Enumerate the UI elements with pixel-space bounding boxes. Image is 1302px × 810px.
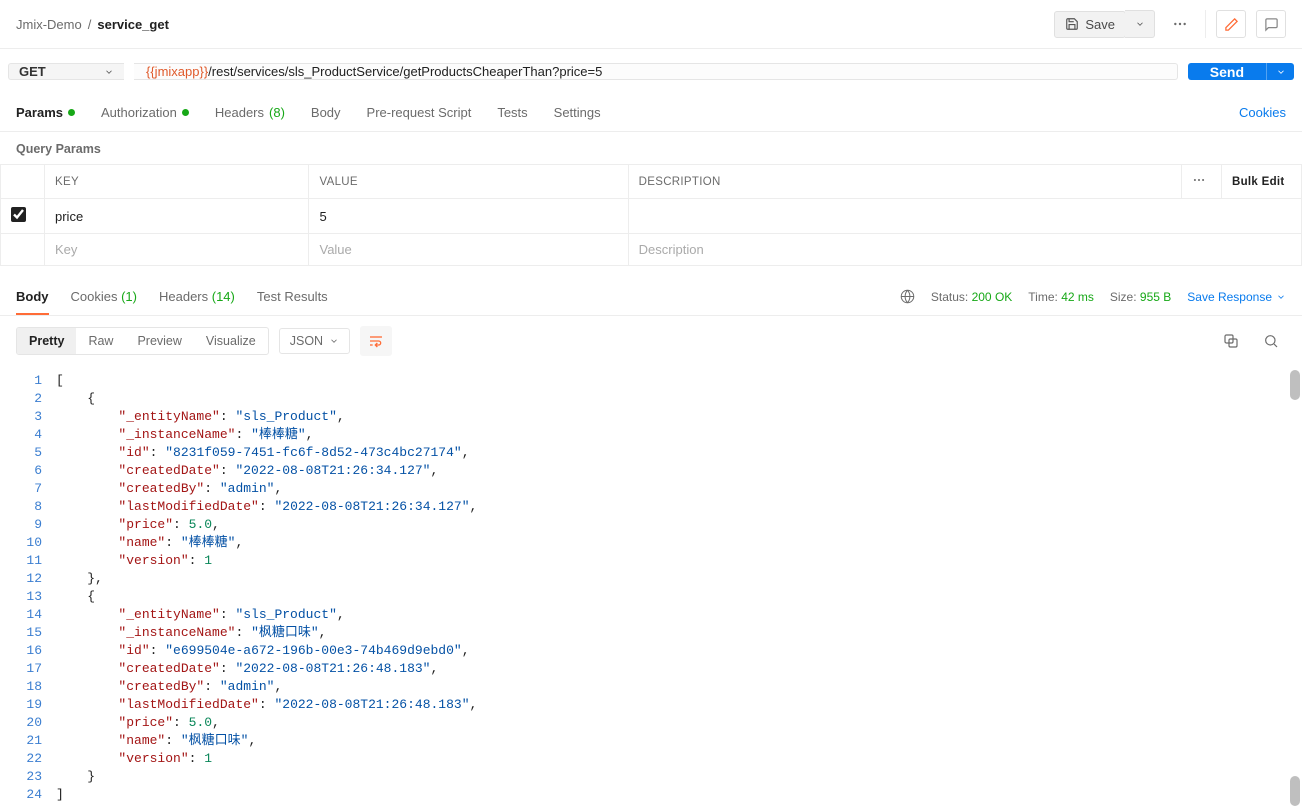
comments-button[interactable] — [1256, 10, 1286, 38]
search-button[interactable] — [1256, 327, 1286, 355]
dot-icon — [68, 109, 75, 116]
col-value: VALUE — [309, 165, 628, 199]
param-desc-cell[interactable] — [628, 199, 1301, 234]
view-preview[interactable]: Preview — [125, 328, 193, 354]
save-dropdown[interactable] — [1125, 10, 1155, 38]
request-row: GET {{jmixapp}}/rest/services/sls_Produc… — [0, 49, 1302, 94]
dots-icon — [1192, 173, 1206, 187]
tab-tests[interactable]: Tests — [497, 94, 527, 131]
save-button[interactable]: Save — [1054, 11, 1126, 38]
param-key-cell[interactable]: price — [45, 199, 309, 234]
code-content[interactable]: [ { "_entityName": "sls_Product", "_inst… — [56, 366, 1302, 810]
copy-icon — [1223, 333, 1239, 349]
param-row-empty: Key Value Description — [1, 234, 1302, 266]
comment-icon — [1264, 17, 1279, 32]
scrollbar-thumb[interactable] — [1290, 370, 1300, 400]
bulk-edit-button[interactable]: Bulk Edit — [1222, 165, 1302, 199]
param-value-cell[interactable]: 5 — [309, 199, 628, 234]
tab-authorization[interactable]: Authorization — [101, 94, 189, 131]
cookies-link[interactable]: Cookies — [1239, 105, 1286, 120]
param-enable-checkbox[interactable] — [11, 207, 26, 222]
param-value-input[interactable]: Value — [309, 234, 628, 266]
param-row: price 5 — [1, 199, 1302, 234]
query-params-table: KEY VALUE DESCRIPTION Bulk Edit price 5 … — [0, 164, 1302, 266]
search-icon — [1263, 333, 1279, 349]
globe-icon[interactable] — [900, 289, 915, 304]
more-actions-button[interactable] — [1165, 10, 1195, 38]
method-label: GET — [19, 64, 46, 79]
format-select[interactable]: JSON — [279, 328, 350, 354]
breadcrumb: Jmix-Demo / service_get — [16, 17, 169, 32]
resp-tab-body[interactable]: Body — [16, 278, 49, 315]
request-tabs: Params Authorization Headers (8) Body Pr… — [0, 94, 1302, 132]
dot-icon — [182, 109, 189, 116]
save-icon — [1065, 17, 1079, 31]
tab-settings[interactable]: Settings — [554, 94, 601, 131]
resp-tab-tests[interactable]: Test Results — [257, 278, 328, 315]
copy-button[interactable] — [1216, 327, 1246, 355]
dots-icon — [1172, 16, 1188, 32]
url-path: /rest/services/sls_ProductService/getPro… — [208, 64, 602, 79]
tab-body[interactable]: Body — [311, 94, 341, 131]
divider — [1205, 10, 1206, 38]
resp-tab-headers[interactable]: Headers (14) — [159, 278, 235, 315]
col-key: KEY — [45, 165, 309, 199]
view-visualize[interactable]: Visualize — [194, 328, 268, 354]
view-raw[interactable]: Raw — [76, 328, 125, 354]
wrap-icon — [368, 333, 384, 349]
breadcrumb-sep: / — [88, 17, 92, 32]
pencil-icon — [1224, 17, 1239, 32]
view-mode-segment: Pretty Raw Preview Visualize — [16, 327, 269, 355]
send-dropdown[interactable] — [1266, 63, 1294, 80]
response-toolbar: Pretty Raw Preview Visualize JSON — [0, 316, 1302, 366]
breadcrumb-current: service_get — [97, 17, 169, 32]
response-tabs: Body Cookies (1) Headers (14) Test Resul… — [0, 278, 1302, 316]
chevron-down-icon — [1276, 67, 1286, 77]
send-button[interactable]: Send — [1188, 63, 1266, 80]
tab-prerequest[interactable]: Pre-request Script — [367, 94, 472, 131]
query-params-title: Query Params — [0, 132, 1302, 164]
scrollbar-thumb[interactable] — [1290, 776, 1300, 806]
chevron-down-icon — [104, 67, 114, 77]
view-pretty[interactable]: Pretty — [17, 328, 76, 354]
method-select[interactable]: GET — [8, 63, 124, 80]
tab-params[interactable]: Params — [16, 94, 75, 131]
chevron-down-icon — [1276, 292, 1286, 302]
url-input[interactable]: {{jmixapp}}/rest/services/sls_ProductSer… — [134, 63, 1178, 80]
chevron-down-icon — [1135, 19, 1145, 29]
param-desc-input[interactable]: Description — [628, 234, 1301, 266]
param-key-input[interactable]: Key — [45, 234, 309, 266]
wrap-lines-button[interactable] — [360, 326, 392, 356]
chevron-down-icon — [329, 336, 339, 346]
save-response-button[interactable]: Save Response — [1187, 290, 1286, 304]
response-meta: Status: 200 OK Time: 42 ms Size: 955 B S… — [900, 289, 1286, 304]
response-body-editor[interactable]: 123456789101112131415161718192021222324 … — [0, 366, 1302, 810]
top-bar: Jmix-Demo / service_get Save — [0, 0, 1302, 49]
breadcrumb-root[interactable]: Jmix-Demo — [16, 17, 82, 32]
url-variable: {{jmixapp}} — [146, 64, 208, 79]
row-options-button[interactable] — [1182, 165, 1222, 199]
tab-headers[interactable]: Headers (8) — [215, 94, 285, 131]
resp-tab-cookies[interactable]: Cookies (1) — [71, 278, 137, 315]
save-label: Save — [1085, 17, 1115, 32]
line-gutter: 123456789101112131415161718192021222324 — [0, 366, 56, 810]
edit-docs-button[interactable] — [1216, 10, 1246, 38]
col-desc: DESCRIPTION — [628, 165, 1181, 199]
